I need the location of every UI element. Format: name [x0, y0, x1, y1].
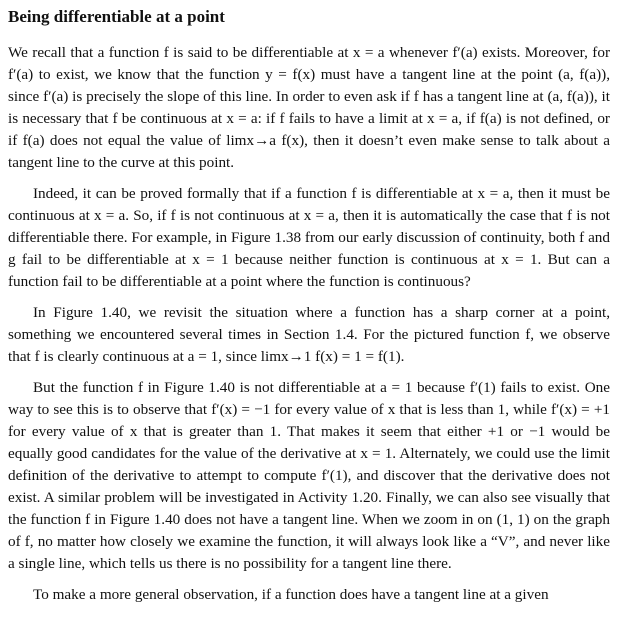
paragraph-4: But the function f in Figure 1.40 is not…	[8, 379, 610, 572]
paragraph-2: Indeed, it can be proved formally that i…	[8, 185, 610, 290]
paragraph-3: In Figure 1.40, we revisit the situation…	[8, 304, 610, 365]
section-heading: Being differentiable at a point	[8, 7, 225, 26]
paragraph-1: We recall that a function f is said to b…	[8, 44, 610, 171]
paragraph-5: To make a more general observation, if a…	[33, 586, 549, 603]
document-page: Being differentiable at a point We recal…	[0, 0, 618, 633]
